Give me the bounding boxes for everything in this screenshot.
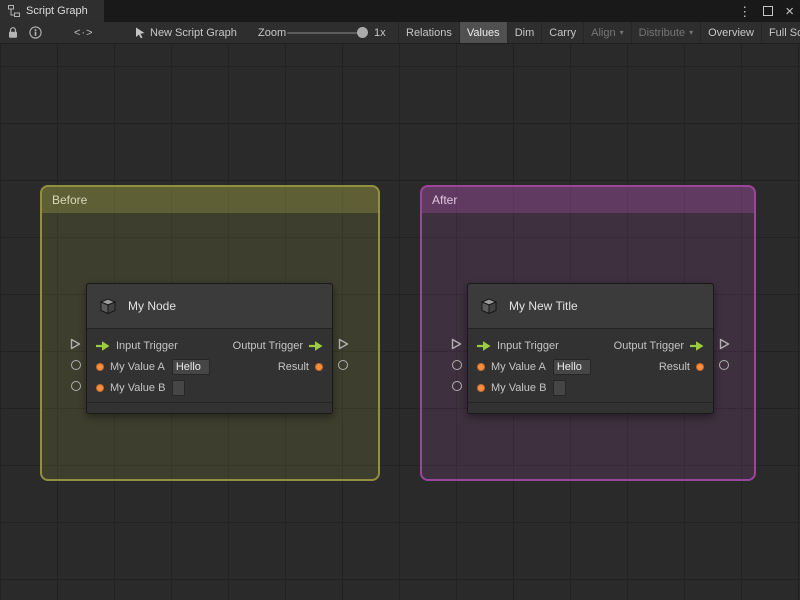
unit-icon xyxy=(99,298,117,315)
value-b-row: My Value B xyxy=(87,377,332,398)
value-a-row: My Value A Result xyxy=(468,356,713,377)
align-dropdown[interactable]: Align ▾ xyxy=(583,22,630,43)
group-before-header[interactable]: Before xyxy=(42,187,378,213)
flow-in-icon xyxy=(96,340,110,351)
trigger-row: Input Trigger Output Trigger xyxy=(468,335,713,356)
value-dot-icon xyxy=(96,362,104,371)
zoom-value: 1x xyxy=(374,26,386,39)
value-b-label: My Value B xyxy=(491,381,547,394)
value-a-label: My Value A xyxy=(491,360,546,373)
tab-label: Script Graph xyxy=(26,5,88,17)
graph-pointer-icon xyxy=(135,22,146,43)
values-button[interactable]: Values xyxy=(458,22,507,43)
trigger-row: Input Trigger Output Trigger xyxy=(87,335,332,356)
output-trigger-label: Output Trigger xyxy=(613,339,684,352)
code-view-button[interactable]: <·> xyxy=(74,22,94,43)
flow-out-icon xyxy=(309,340,323,351)
chevron-down-icon: ▾ xyxy=(619,28,624,37)
group-before[interactable]: Before My Node Input Trigger Output Trig… xyxy=(40,185,380,481)
value-b-port[interactable] xyxy=(71,381,81,391)
group-after-label: After xyxy=(432,193,458,207)
output-trigger-port[interactable] xyxy=(719,338,730,350)
unit-node[interactable]: My Node Input Trigger Output Trigger My … xyxy=(86,283,333,414)
zoom-label: Zoom xyxy=(258,26,287,39)
value-dot-icon xyxy=(477,383,485,392)
overview-button[interactable]: Overview xyxy=(700,22,761,43)
zoom-slider[interactable] xyxy=(287,32,365,34)
node-header[interactable]: My Node xyxy=(87,284,332,329)
node-body: Input Trigger Output Trigger My Value A xyxy=(87,329,332,402)
align-label: Align xyxy=(591,26,616,39)
code-icon: <·> xyxy=(74,26,94,39)
node-footer xyxy=(468,402,713,413)
value-dot-icon xyxy=(477,362,485,371)
group-after[interactable]: After My New Title Input Trigger Output … xyxy=(420,185,756,481)
tab-bar: Script Graph ⋮ × xyxy=(0,0,800,22)
lock-icon xyxy=(9,27,17,38)
result-port[interactable] xyxy=(338,360,348,370)
input-trigger-label: Input Trigger xyxy=(116,339,178,352)
info-icon xyxy=(29,26,42,39)
value-dot-icon xyxy=(315,362,323,371)
flow-in-icon xyxy=(477,340,491,351)
value-a-row: My Value A Result xyxy=(87,356,332,377)
input-trigger-port[interactable] xyxy=(451,338,462,350)
node-footer xyxy=(87,402,332,413)
tab-script-graph[interactable]: Script Graph xyxy=(0,0,104,22)
node-title: My New Title xyxy=(509,299,578,313)
group-before-label: Before xyxy=(52,193,88,207)
maximize-button[interactable] xyxy=(763,6,774,16)
input-trigger-label: Input Trigger xyxy=(497,339,559,352)
input-trigger-port[interactable] xyxy=(70,338,81,350)
graph-canvas[interactable]: Before My Node Input Trigger Output Trig… xyxy=(0,44,800,600)
node-body: Input Trigger Output Trigger My Value A xyxy=(468,329,713,402)
graph-name-breadcrumb[interactable]: New Script Graph xyxy=(150,22,237,43)
distribute-dropdown[interactable]: Distribute ▾ xyxy=(630,22,700,43)
value-a-label: My Value A xyxy=(110,360,165,373)
node-title: My Node xyxy=(128,299,177,313)
unit-icon xyxy=(480,298,498,315)
fullscreen-button[interactable]: Full Screen xyxy=(760,22,800,43)
graph-toolbar: <·> New Script Graph Zoom 1x Relations V… xyxy=(0,22,800,44)
zoom-slider-handle[interactable] xyxy=(357,27,368,38)
value-a-port[interactable] xyxy=(452,360,462,370)
output-trigger-label: Output Trigger xyxy=(232,339,303,352)
group-after-header[interactable]: After xyxy=(422,187,754,213)
unity-script-graph-window: { "window": { "tab_title": "Script Graph… xyxy=(0,0,800,600)
value-dot-icon xyxy=(696,362,704,371)
unit-node[interactable]: My New Title Input Trigger Output Trigge… xyxy=(467,283,714,414)
value-a-input[interactable] xyxy=(552,358,591,375)
node-after[interactable]: My New Title Input Trigger Output Trigge… xyxy=(451,283,730,414)
dim-button[interactable]: Dim xyxy=(506,22,542,43)
node-before[interactable]: My Node Input Trigger Output Trigger My … xyxy=(70,283,349,414)
info-button[interactable] xyxy=(29,22,42,43)
chevron-down-icon: ▾ xyxy=(689,28,694,37)
close-button[interactable]: × xyxy=(785,4,794,19)
value-b-port[interactable] xyxy=(452,381,462,391)
value-a-port[interactable] xyxy=(71,360,81,370)
script-graph-icon xyxy=(8,5,20,17)
lock-button[interactable] xyxy=(7,22,19,43)
value-b-label: My Value B xyxy=(110,381,166,394)
result-label: Result xyxy=(658,360,690,373)
result-port[interactable] xyxy=(719,360,729,370)
value-b-input[interactable] xyxy=(172,379,186,396)
toolbar-buttons: Relations Values Dim Carry Align ▾ Distr… xyxy=(398,22,800,43)
relations-button[interactable]: Relations xyxy=(398,22,459,43)
value-dot-icon xyxy=(96,383,104,392)
window-menu-button[interactable]: ⋮ xyxy=(738,5,751,18)
node-header[interactable]: My New Title xyxy=(468,284,713,329)
result-label: Result xyxy=(277,360,309,373)
carry-button[interactable]: Carry xyxy=(541,22,583,43)
output-trigger-port[interactable] xyxy=(338,338,349,350)
value-b-row: My Value B xyxy=(468,377,713,398)
window-controls: ⋮ × xyxy=(738,0,794,22)
value-b-input[interactable] xyxy=(553,379,567,396)
distribute-label: Distribute xyxy=(638,26,686,39)
value-a-input[interactable] xyxy=(171,358,210,375)
flow-out-icon xyxy=(690,340,704,351)
